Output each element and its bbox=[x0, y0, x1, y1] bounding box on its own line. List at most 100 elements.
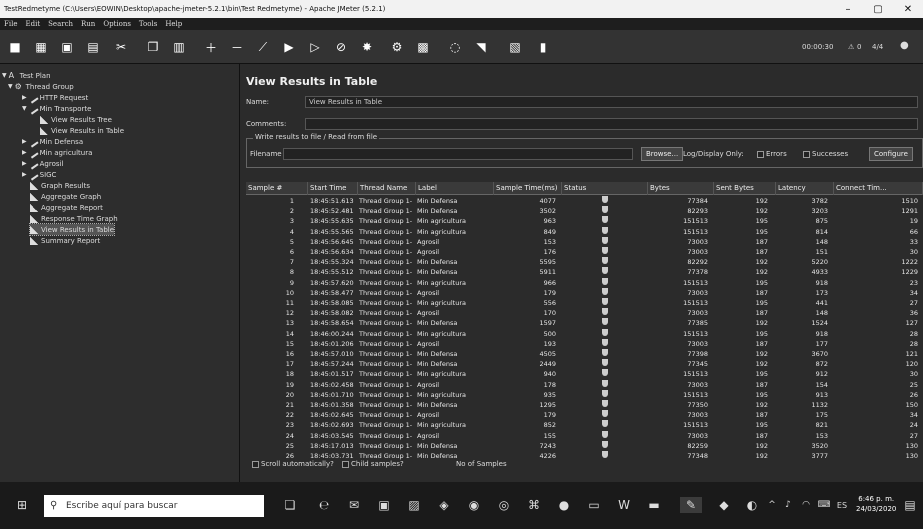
tree-node-graph-results[interactable]: Graph Results bbox=[30, 180, 90, 191]
jmeter-task-icon[interactable]: ✎ bbox=[680, 497, 702, 513]
collapse-icon[interactable]: － bbox=[228, 38, 246, 56]
save-icon[interactable]: ▤ bbox=[84, 38, 102, 56]
table-row[interactable]: 21 18:45:01.358 Thread Group 1- Min Defensa… bbox=[246, 400, 923, 410]
cut-icon[interactable]: ✂ bbox=[112, 38, 130, 56]
col-sample-number[interactable]: Sample # bbox=[246, 182, 308, 195]
help-icon[interactable]: ▮ bbox=[534, 38, 552, 56]
close-button[interactable]: ✕ bbox=[893, 4, 923, 15]
tree-node-min-agricultura[interactable]: ▶ Min agricultura bbox=[22, 146, 92, 159]
table-row[interactable]: 5 18:45:56.645 Thread Group 1- Agrosil 153 73… bbox=[246, 236, 923, 247]
tree-node-agrosil[interactable]: ▶ Agrosil bbox=[22, 157, 63, 170]
tray-chevron-icon[interactable]: ^ bbox=[764, 497, 780, 513]
table-row[interactable]: 4 18:45:55.565 Thread Group 1- Min agricult… bbox=[246, 226, 923, 237]
comments-field[interactable] bbox=[305, 118, 918, 130]
app-icon[interactable]: ▭ bbox=[586, 497, 602, 513]
word-icon[interactable]: W bbox=[616, 497, 632, 513]
paste-icon[interactable]: ▥ bbox=[170, 38, 188, 56]
browse-button[interactable]: Browse... bbox=[641, 147, 684, 161]
table-row[interactable]: 7 18:45:55.324 Thread Group 1- Min Defensa 5… bbox=[246, 257, 923, 267]
child-samples-checkbox[interactable]: Child samples? bbox=[342, 460, 404, 468]
language-icon[interactable]: ES bbox=[834, 497, 850, 513]
tree-node-aggregate-graph[interactable]: Aggregate Graph bbox=[30, 191, 101, 202]
firefox-icon[interactable]: ◎ bbox=[496, 497, 512, 513]
table-row[interactable]: 18 18:45:01.517 Thread Group 1- Min agricul… bbox=[246, 369, 923, 379]
table-row[interactable]: 10 18:45:58.477 Thread Group 1- Agrosil 179 7… bbox=[246, 287, 923, 298]
col-start-time[interactable]: Start Time bbox=[308, 182, 358, 195]
table-row[interactable]: 23 18:45:02.693 Thread Group 1- Min agricul… bbox=[246, 420, 923, 430]
menu-options[interactable]: Options bbox=[99, 20, 135, 28]
table-row[interactable]: 9 18:45:57.620 Thread Group 1- Min agricult… bbox=[246, 277, 923, 288]
minimize-button[interactable]: – bbox=[833, 4, 863, 15]
templates-icon[interactable]: ▦ bbox=[32, 38, 50, 56]
browser-icon[interactable]: ● bbox=[556, 497, 572, 513]
notifications-icon[interactable]: ▤ bbox=[902, 497, 918, 513]
table-row[interactable]: 11 18:45:58.085 Thread Group 1- Min agricul… bbox=[246, 298, 923, 308]
toggle-icon[interactable]: ⟋ bbox=[254, 38, 272, 56]
tree-node-test-plan[interactable]: ▼ A Test Plan bbox=[2, 70, 51, 81]
acrobat-icon[interactable]: ⌘ bbox=[526, 497, 542, 513]
new-icon[interactable]: ■ bbox=[6, 38, 24, 56]
table-row[interactable]: 14 18:46:00.244 Thread Group 1- Min agricul… bbox=[246, 328, 923, 339]
keyboard-icon[interactable]: ⌨ bbox=[816, 497, 832, 513]
reset-search-icon[interactable]: ◥ bbox=[472, 38, 490, 56]
tree-node-view-results-table-inner[interactable]: View Results in Table bbox=[40, 125, 124, 136]
table-row[interactable]: 1 18:45:51.613 Thread Group 1- Min Defensa 4… bbox=[246, 196, 923, 206]
menu-edit[interactable]: Edit bbox=[21, 20, 44, 28]
tree-node-view-results-table[interactable]: View Results in Table bbox=[28, 223, 116, 236]
warning-icon[interactable]: ⚠ bbox=[848, 43, 854, 51]
start-icon[interactable]: ▶ bbox=[280, 38, 298, 56]
stop-icon[interactable]: ⊘ bbox=[332, 38, 350, 56]
col-sent-bytes[interactable]: Sent Bytes bbox=[714, 182, 776, 195]
table-row[interactable]: 25 18:45:17.013 Thread Group 1- Min Defensa… bbox=[246, 440, 923, 451]
col-thread-name[interactable]: Thread Name bbox=[358, 182, 416, 195]
expand-icon[interactable]: ＋ bbox=[202, 38, 220, 56]
tree-node-aggregate-report[interactable]: Aggregate Report bbox=[30, 202, 103, 213]
search-icon[interactable]: ◌ bbox=[446, 38, 464, 56]
volume-icon[interactable]: ♪ bbox=[780, 497, 796, 513]
menu-help[interactable]: Help bbox=[161, 20, 186, 28]
table-row[interactable]: 12 18:45:58.082 Thread Group 1- Agrosil 170 7… bbox=[246, 308, 923, 318]
tree-node-view-results-tree[interactable]: View Results Tree bbox=[40, 114, 112, 125]
successes-checkbox[interactable]: Successes bbox=[803, 150, 848, 158]
name-field[interactable]: View Results in Table bbox=[305, 96, 918, 108]
filename-field[interactable] bbox=[283, 148, 633, 160]
network-icon[interactable]: ◠ bbox=[798, 497, 814, 513]
copy-icon[interactable]: ❐ bbox=[144, 38, 162, 56]
table-row[interactable]: 19 18:45:02.458 Thread Group 1- Agrosil 178 7… bbox=[246, 379, 923, 390]
table-row[interactable]: 2 18:45:52.481 Thread Group 1- Min Defensa 3… bbox=[246, 206, 923, 216]
configure-button[interactable]: Configure bbox=[869, 147, 913, 161]
table-row[interactable]: 24 18:45:03.545 Thread Group 1- Agrosil 155 7… bbox=[246, 430, 923, 441]
terminal-icon[interactable]: ▬ bbox=[646, 497, 662, 513]
col-status[interactable]: Status bbox=[562, 182, 648, 195]
menu-run[interactable]: Run bbox=[77, 20, 99, 28]
teams-icon[interactable]: ◈ bbox=[436, 497, 452, 513]
chrome-icon[interactable]: ◉ bbox=[466, 497, 482, 513]
edge-icon[interactable]: ℮ bbox=[316, 497, 332, 513]
table-row[interactable]: 20 18:45:01.710 Thread Group 1- Min agricul… bbox=[246, 389, 923, 400]
col-sample-time[interactable]: Sample Time(ms) bbox=[494, 182, 562, 195]
table-row[interactable]: 16 18:45:57.010 Thread Group 1- Min Defensa… bbox=[246, 349, 923, 359]
taskbar-search-input[interactable]: ⚲ Escribe aquí para buscar bbox=[44, 495, 264, 517]
maximize-button[interactable]: ▢ bbox=[863, 4, 893, 15]
tree-node-thread-group[interactable]: ▼ ⚙ Thread Group bbox=[8, 81, 74, 92]
menu-file[interactable]: File bbox=[0, 20, 21, 28]
errors-checkbox[interactable]: Errors bbox=[757, 150, 787, 158]
clear-all-icon[interactable]: ▩ bbox=[414, 38, 432, 56]
tree-node-summary-report[interactable]: Summary Report bbox=[30, 235, 100, 246]
taskbar-clock[interactable]: 6:46 p. m. 24/03/2020 bbox=[856, 494, 896, 514]
function-helper-icon[interactable]: ▧ bbox=[506, 38, 524, 56]
tree-node-sigc[interactable]: ▶ SIGC bbox=[22, 168, 56, 181]
mail-icon[interactable]: ✉ bbox=[346, 497, 362, 513]
table-row[interactable]: 3 18:45:55.635 Thread Group 1- Min agricult… bbox=[246, 216, 923, 226]
tree-node-http-request[interactable]: ▶ HTTP Request bbox=[22, 91, 88, 104]
start-no-pauses-icon[interactable]: ▷ bbox=[306, 38, 324, 56]
col-label[interactable]: Label bbox=[416, 182, 494, 195]
menu-tools[interactable]: Tools bbox=[135, 20, 161, 28]
tray-icon-1[interactable]: ◆ bbox=[716, 497, 732, 513]
open-icon[interactable]: ▣ bbox=[58, 38, 76, 56]
photos-icon[interactable]: ▨ bbox=[406, 497, 422, 513]
clear-icon[interactable]: ⚙ bbox=[388, 38, 406, 56]
col-bytes[interactable]: Bytes bbox=[648, 182, 714, 195]
table-row[interactable]: 6 18:45:56.634 Thread Group 1- Agrosil 176 73… bbox=[246, 247, 923, 257]
menu-search[interactable]: Search bbox=[44, 20, 77, 28]
